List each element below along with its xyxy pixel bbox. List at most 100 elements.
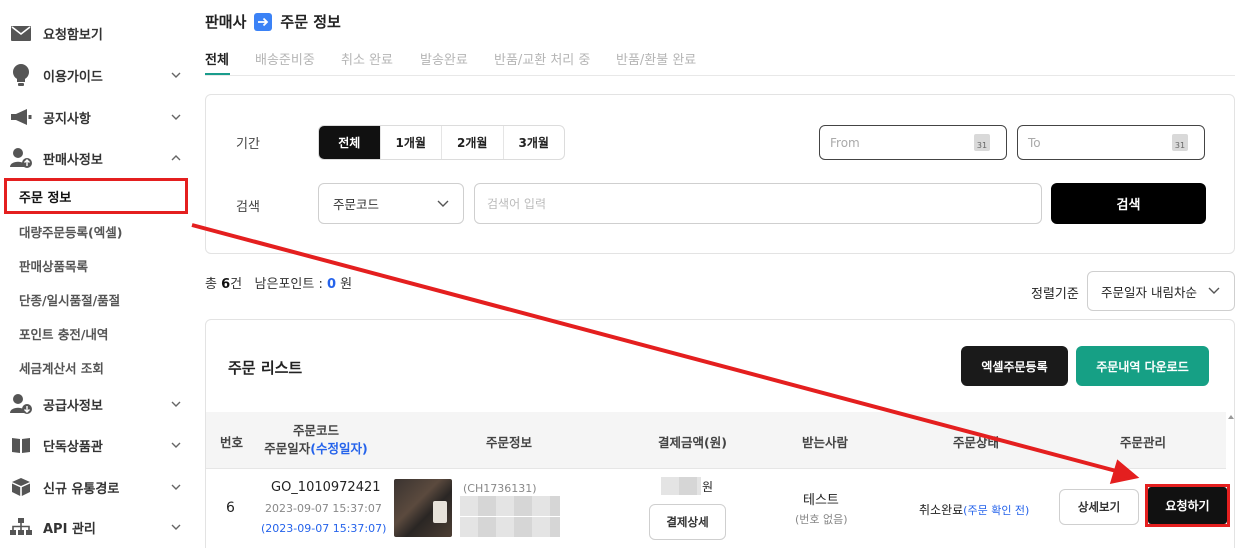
sidebar-subitem-points[interactable]: 포인트 충전/내역 [19,324,108,343]
column-no: 번호 [220,435,244,450]
row-status: 취소완료(주문 확인 전) [919,501,1029,518]
sidebar-item-new-channel[interactable]: 신규 유통경로 [0,470,192,504]
order-summary: 총 6건 남은포인트 : 0 원 [205,273,352,292]
redacted-product-name [460,496,560,516]
redacted-amount [661,477,701,495]
order-list-title: 주문 리스트 [228,359,303,377]
row-order-code[interactable]: GO_1010972421 [271,480,381,495]
search-field-value: 주문코드 [333,197,380,212]
sidebar-item-exclusive[interactable]: 단독상품관 [0,428,192,462]
chevron-down-icon [171,401,181,407]
total-unit: 건 [230,277,243,292]
period-option-1m[interactable]: 1개월 [379,126,442,159]
sort-select[interactable]: 주문일자 내림차순 [1087,271,1235,311]
sidebar-subitem-product-list[interactable]: 판매상품목록 [19,256,88,275]
sidebar-subitem-tax-invoice[interactable]: 세금계산서 조회 [19,358,104,377]
date-to-input[interactable]: To 31 [1017,125,1205,160]
search-label: 검색 [236,200,260,215]
tab-return-refund[interactable]: 반품/환불 완료 [616,49,696,68]
download-orders-button[interactable]: 주문내역 다운로드 [1076,346,1209,386]
column-code: 주문코드 주문일자(수정일자) [261,422,371,458]
column-code-line2: 주문일자 [264,441,311,456]
tab-preparing[interactable]: 배송준비중 [255,49,315,68]
sidebar-item-label: 판매사정보 [43,152,103,168]
row-modified-date: (2023-09-07 15:37:07) [261,522,387,535]
mail-icon [10,22,32,44]
sort-value: 주문일자 내림차순 [1101,284,1197,300]
calendar-icon[interactable]: 31 [1172,134,1188,151]
sidebar-subitem-bulk-order[interactable]: 대량주문등록(엑셀) [19,222,122,241]
period-option-3m[interactable]: 3개월 [502,126,565,159]
sidebar-subitem-soldout[interactable]: 단종/일시품절/품절 [19,290,120,309]
date-from-input[interactable]: From 31 [819,125,1007,160]
status-text: 취소완료 [919,503,964,517]
column-manage: 주문관리 [1120,435,1167,450]
points-unit: 원 [340,277,353,292]
row-receiver: 테스트 [803,493,839,508]
sidebar-subitem-order-info[interactable]: 주문 정보 [4,178,188,214]
request-button-highlight: 요청하기 [1145,484,1230,527]
payment-detail-button[interactable]: 결제상세 [649,504,726,540]
breadcrumb: 판매사 주문 정보 [205,11,341,32]
status-note[interactable]: (주문 확인 전) [963,504,1029,517]
search-field-select[interactable]: 주문코드 [318,183,464,224]
period-option-2m[interactable]: 2개월 [441,126,503,159]
row-amount-unit: 원 [702,480,714,494]
sidebar-item-label: 이용가이드 [43,69,103,85]
tab-cancelled[interactable]: 취소 완료 [341,49,393,68]
chevron-down-icon [437,200,449,207]
sidebar-item-inbox[interactable]: 요청함보기 [0,16,192,50]
chevron-up-icon [171,155,181,161]
request-button[interactable]: 요청하기 [1148,487,1227,524]
row-receiver-phone: (번호 없음) [795,513,848,526]
sidebar-item-api[interactable]: API 관리 [0,510,192,544]
column-modified-date: (수정일자) [310,441,368,456]
sidebar-item-label: 공지사항 [43,111,91,127]
user-upload-icon [10,147,32,169]
scroll-up-icon[interactable] [1228,414,1234,420]
tab-all[interactable]: 전체 [205,49,229,68]
chevron-down-icon [171,72,181,78]
order-list-panel: 주문 리스트 엑셀주문등록 주문내역 다운로드 번호 주문코드 주문일자(수정일… [205,319,1235,548]
period-option-all[interactable]: 전체 [319,126,380,159]
tab-return-exchange[interactable]: 반품/교환 처리 중 [494,49,590,68]
total-count: 6 [221,277,231,292]
view-detail-button[interactable]: 상세보기 [1059,489,1139,525]
box-icon [10,476,32,498]
sidebar-item-supplier-info[interactable]: 공급사정보 [0,387,192,421]
column-status: 주문상태 [953,435,1000,450]
row-product-code: (CH1736131) [463,482,537,495]
points-label: 남은포인트 : [254,277,323,292]
row-no: 6 [226,500,235,516]
search-button[interactable]: 검색 [1051,183,1206,224]
network-icon [10,516,32,538]
column-receiver: 받는사람 [802,435,849,450]
sidebar-item-notice[interactable]: 공지사항 [0,100,192,134]
sidebar-item-guide[interactable]: 이용가이드 [0,58,192,92]
breadcrumb-seller: 판매사 [205,13,247,31]
sidebar-item-seller-info[interactable]: 판매사정보 [0,141,192,175]
product-thumbnail[interactable] [394,479,452,537]
excel-order-button[interactable]: 엑셀주문등록 [961,346,1068,386]
sidebar-item-label: API 관리 [43,521,96,537]
redacted-product-option [460,517,560,537]
book-icon [10,434,32,456]
sidebar-item-label: 단독상품관 [43,439,103,455]
points-value: 0 [326,277,337,292]
calendar-icon[interactable]: 31 [974,134,990,151]
date-to-placeholder: To [1028,135,1041,150]
arrow-right-icon [254,12,273,31]
search-input[interactable] [474,183,1042,224]
tab-shipped[interactable]: 발송완료 [420,49,468,68]
table-header: 번호 주문코드 주문일자(수정일자) 주문정보 결제금액(원) 받는사람 주문상… [206,412,1226,469]
megaphone-icon [10,106,32,128]
chevron-down-icon [171,442,181,448]
sidebar-item-label: 신규 유통경로 [43,481,120,497]
bulb-icon [10,64,32,86]
period-selector: 전체 1개월 2개월 3개월 [318,125,565,160]
column-info: 주문정보 [486,435,533,450]
period-label: 기간 [236,137,260,152]
sort-label: 정렬기준 [1031,287,1079,302]
chevron-down-icon [171,484,181,490]
sidebar-subitem-label: 주문 정보 [19,190,72,206]
